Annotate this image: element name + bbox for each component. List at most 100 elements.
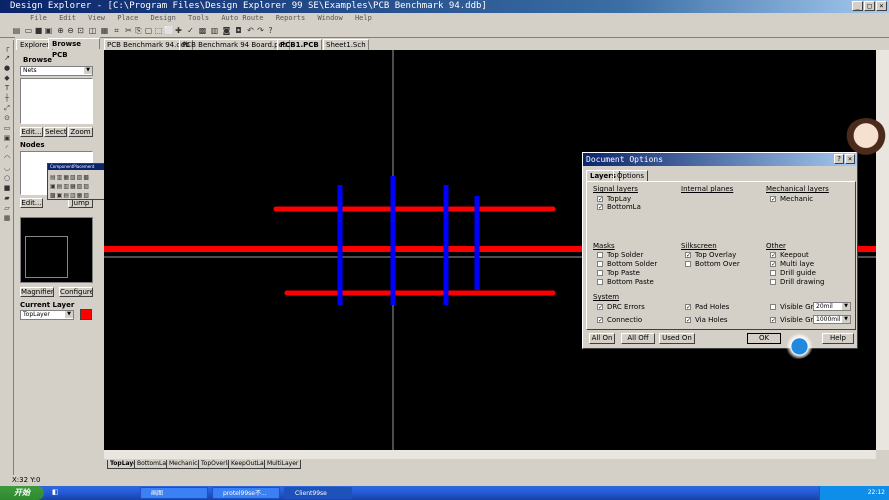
browse-select[interactable]: Nets ▼ <box>20 66 93 76</box>
route-icon[interactable]: ✓ <box>186 26 195 35</box>
quick-launch-icons[interactable]: ◧ <box>52 488 61 497</box>
via-tool-icon[interactable]: ◆ <box>3 74 11 82</box>
checkbox-top-solder[interactable]: Top Solder <box>597 251 643 259</box>
menu-place[interactable]: Place <box>117 14 138 22</box>
nets-list[interactable] <box>20 78 93 124</box>
vertical-scrollbar[interactable] <box>876 50 889 450</box>
pad-tool-icon[interactable]: ● <box>3 64 11 72</box>
tab-pcb-benchmark-board[interactable]: PCB Benchmark 94 Board.pcb <box>179 39 290 50</box>
menu-auto-route[interactable]: Auto Route <box>221 14 263 22</box>
grid2-select[interactable]: 1000mil ▼ <box>813 315 851 324</box>
copy-icon[interactable]: ⎘ <box>134 26 143 35</box>
menu-reports[interactable]: Reports <box>276 14 306 22</box>
open-icon[interactable]: ▭ <box>24 26 33 35</box>
checkbox-visible-grid-2[interactable]: ✓ Visible Gr <box>770 316 813 324</box>
zoom-out-icon[interactable]: ⊖ <box>66 26 75 35</box>
print-icon[interactable]: ▣ <box>44 26 53 35</box>
nodes-edit-button[interactable]: Edit... <box>20 198 43 208</box>
component-icon[interactable]: ▩ <box>198 26 207 35</box>
arc-any-icon[interactable]: ◡ <box>3 164 11 172</box>
pad-icon[interactable]: ◙ <box>222 26 231 35</box>
circle-icon[interactable]: ○ <box>3 174 11 182</box>
select-icon[interactable]: ⬚ <box>154 26 163 35</box>
room-icon[interactable]: ▭ <box>3 124 11 132</box>
tab-options[interactable]: Options <box>613 170 649 181</box>
checkbox-top-paste[interactable]: Top Paste <box>597 269 640 277</box>
horizontal-scrollbar[interactable] <box>104 450 876 459</box>
help-icon[interactable]: ? <box>266 26 275 35</box>
magnifier-button[interactable]: Magnifier <box>20 287 54 297</box>
select-button[interactable]: Select <box>44 127 67 137</box>
save-icon[interactable]: ■ <box>34 26 43 35</box>
configure-button[interactable]: Configure <box>59 287 93 297</box>
polygon-icon[interactable]: ▰ <box>3 194 11 202</box>
tab-sheet1[interactable]: Sheet1.Sch <box>323 39 369 50</box>
used-on-button[interactable]: Used On <box>659 333 695 344</box>
task-client99se[interactable]: Client99se <box>284 487 352 499</box>
checkbox-via-holes[interactable]: ✓ Via Holes <box>685 316 728 324</box>
checkbox-multi-layer[interactable]: ✓ Multi laye <box>770 260 814 268</box>
deselect-icon[interactable]: ⬜ <box>164 26 174 35</box>
origin-icon[interactable]: ⊙ <box>3 114 11 122</box>
checkbox-connections[interactable]: ✓ Connectio <box>597 316 642 324</box>
grid1-select[interactable]: 20mil ▼ <box>813 302 851 311</box>
menu-edit[interactable]: Edit <box>59 14 76 22</box>
minimize-button[interactable]: _ <box>852 1 863 11</box>
edit-button[interactable]: Edit... <box>20 127 43 137</box>
undo-icon[interactable]: ↶ <box>246 26 255 35</box>
close-button[interactable]: × <box>876 1 887 11</box>
menu-view[interactable]: View <box>88 14 105 22</box>
zoom-area-icon[interactable]: ⊡ <box>76 26 85 35</box>
menu-design[interactable]: Design <box>151 14 176 22</box>
checkbox-drc-errors[interactable]: ✓ DRC Errors <box>597 303 645 311</box>
menu-tools[interactable]: Tools <box>188 14 209 22</box>
line-icon[interactable]: ↗ <box>3 54 11 62</box>
string-icon[interactable]: T <box>3 84 11 92</box>
viewport-rectangle[interactable] <box>25 236 68 278</box>
checkbox-bottom-overlay[interactable]: Bottom Over <box>685 260 740 268</box>
zoom-fit-icon[interactable]: ◫ <box>88 26 97 35</box>
zoom-in-icon[interactable]: ⊕ <box>56 26 65 35</box>
checkbox-top-overlay[interactable]: ✓ Top Overlay <box>685 251 736 259</box>
via-icon[interactable]: ◘ <box>234 26 243 35</box>
maximize-button[interactable]: □ <box>864 1 875 11</box>
start-button[interactable]: 开始 <box>0 486 44 500</box>
help-button[interactable]: Help <box>822 333 854 344</box>
arc-edge-icon[interactable]: ◠ <box>3 154 11 162</box>
component-tool-icon[interactable]: ▣ <box>3 134 11 142</box>
panel-toggle-icon[interactable]: ▤ <box>12 26 21 35</box>
checkbox-bottom-paste[interactable]: Bottom Paste <box>597 278 654 286</box>
split-plane-icon[interactable]: ▱ <box>3 204 11 212</box>
mini-viewer[interactable] <box>20 217 93 283</box>
array-paste-icon[interactable]: ▦ <box>3 214 11 222</box>
arc-center-icon[interactable]: ◜ <box>3 144 11 152</box>
checkbox-pad-holes[interactable]: ✓ Pad Holes <box>685 303 729 311</box>
checkbox-bottom-solder[interactable]: Bottom Solder <box>597 260 657 268</box>
all-off-button[interactable]: All Off <box>621 333 655 344</box>
all-on-button[interactable]: All On <box>589 333 615 344</box>
menu-window[interactable]: Window <box>317 14 342 22</box>
task-protel-doc[interactable]: protel99se不... <box>212 487 280 499</box>
menu-help[interactable]: Help <box>355 14 372 22</box>
move-icon[interactable]: ✚ <box>174 26 183 35</box>
tab-multilayer[interactable]: MultiLayer <box>264 460 302 469</box>
task-paint[interactable]: 画图 <box>140 487 208 499</box>
checkbox-drill-drawing[interactable]: Drill drawing <box>770 278 825 286</box>
alignment-icons[interactable]: ▤▥▦▧▨▩ ▣▤▥▦▧▨ ▩▣▤▥▦▧ <box>50 173 108 199</box>
component-placement-toolbar[interactable]: ComponentPlacement ▤▥▦▧▨▩ ▣▤▥▦▧▨ ▩▣▤▥▦▧ <box>47 163 110 200</box>
wire-icon[interactable]: ┌ <box>3 44 11 52</box>
ok-button[interactable]: OK <box>747 333 781 344</box>
coordinate-icon[interactable]: ┼ <box>3 94 11 102</box>
checkbox-toplayer[interactable]: ✓ TopLay <box>597 195 631 203</box>
checkbox-visible-grid-1[interactable]: Visible Gri <box>770 303 815 311</box>
paste-icon[interactable]: ▢ <box>144 26 153 35</box>
checkbox-keepout[interactable]: ✓ Keepout <box>770 251 809 259</box>
dialog-help-icon[interactable]: ? <box>834 154 844 164</box>
cut-icon[interactable]: ✂ <box>124 26 133 35</box>
netlist-icon[interactable]: ⌗ <box>112 26 121 35</box>
zoom-button[interactable]: Zoom <box>68 127 93 137</box>
fill-icon[interactable]: ■ <box>3 184 11 192</box>
tab-pcb1[interactable]: PCB1.PCB <box>277 39 322 50</box>
dimension-icon[interactable]: ⤢ <box>3 104 11 112</box>
checkbox-mechanical[interactable]: ✓ Mechanic <box>770 195 813 203</box>
